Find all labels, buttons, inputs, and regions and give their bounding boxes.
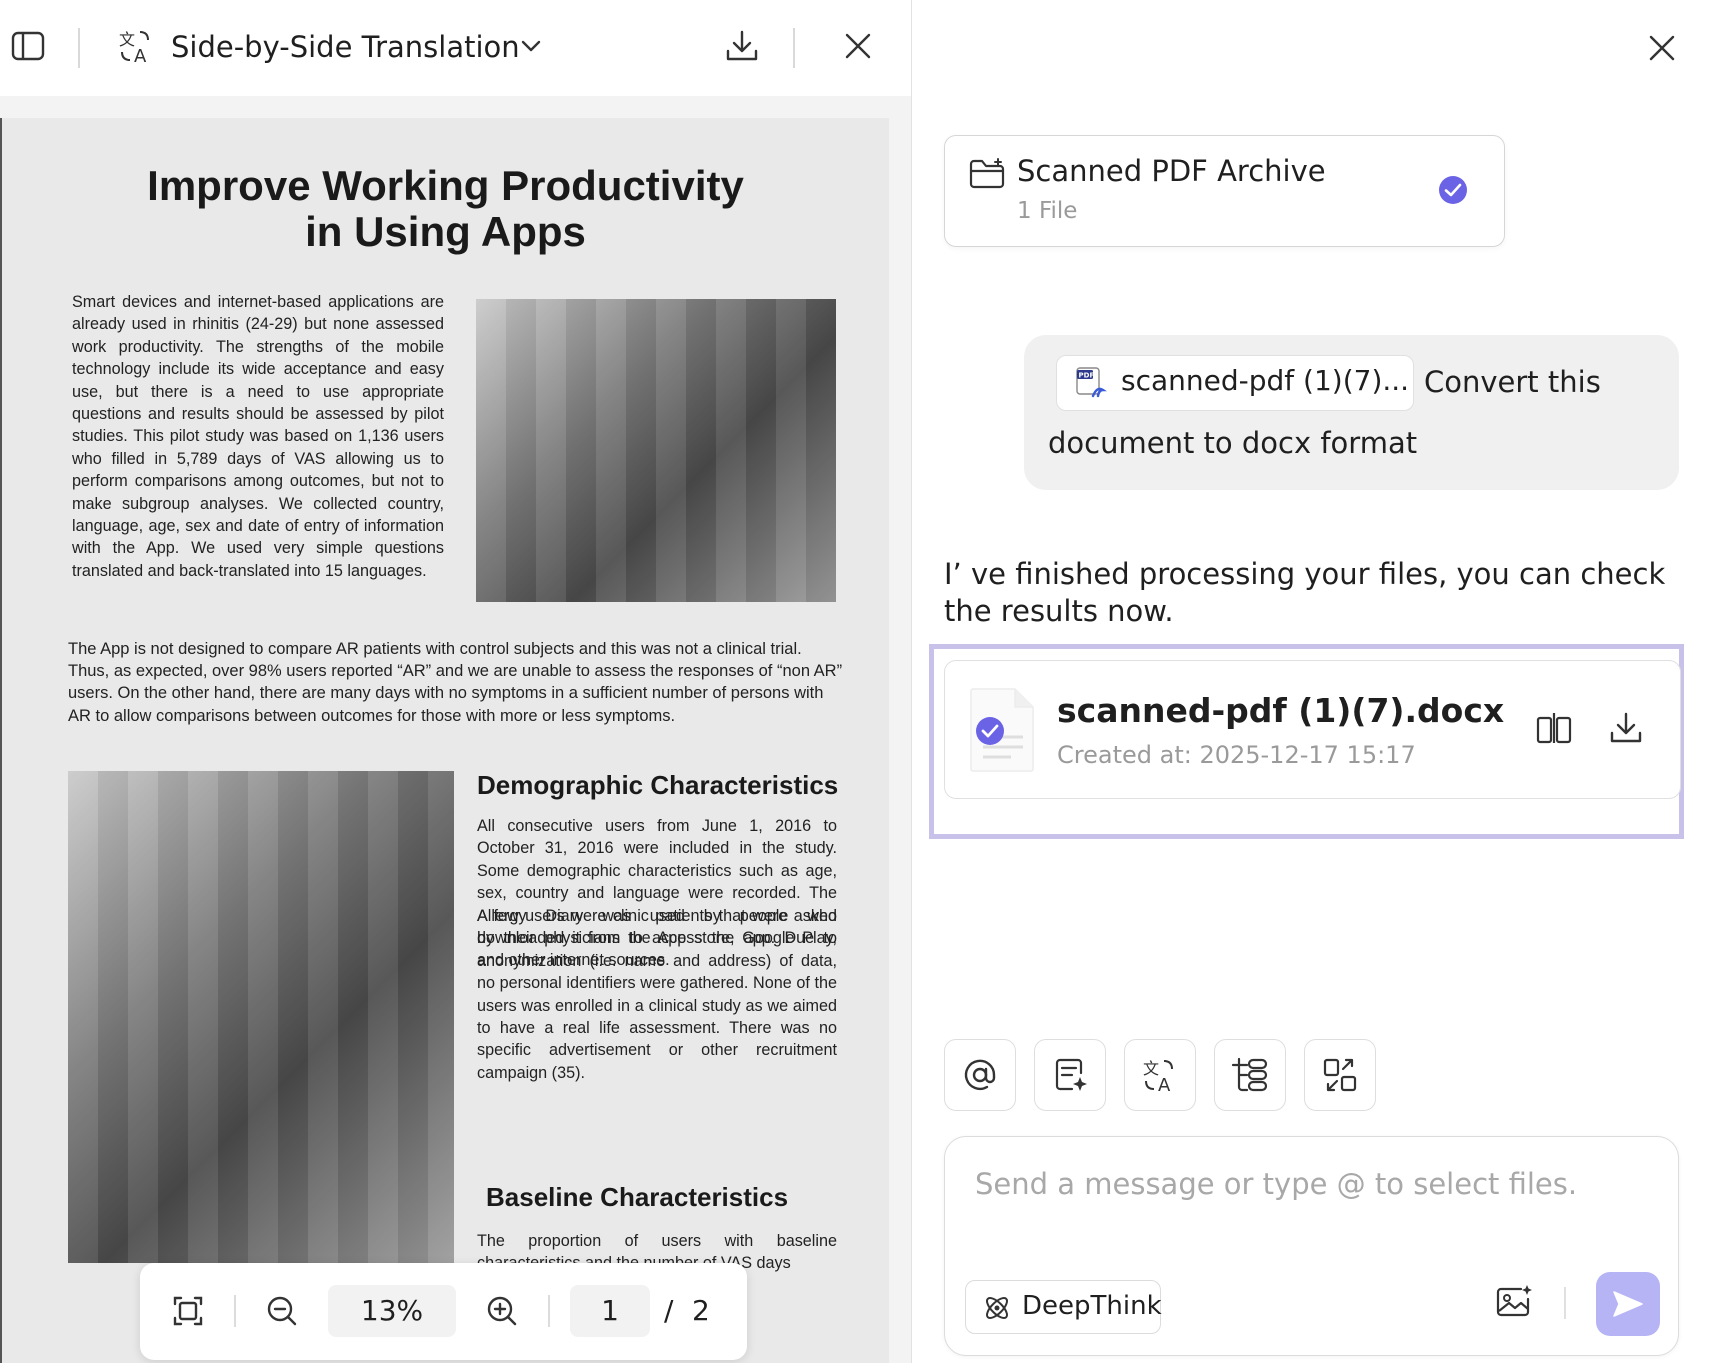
pdf-file-icon: PDF — [1075, 366, 1109, 404]
user-message-text: Convert this — [1424, 365, 1601, 399]
zoom-divider — [548, 1295, 550, 1327]
translate-icon: 文A — [118, 28, 154, 64]
document-paragraph: A few users were clinic patients that we… — [477, 907, 837, 1082]
convert-button[interactable] — [1304, 1039, 1376, 1111]
svg-text:PDF: PDF — [1079, 372, 1095, 380]
attached-file-name: scanned-pdf (1)(7)... — [1121, 364, 1410, 397]
mention-button[interactable] — [944, 1039, 1016, 1111]
viewer-mode-title[interactable]: Side-by-Side Translation — [171, 24, 520, 70]
mindmap-button[interactable] — [1214, 1039, 1286, 1111]
result-file-name: scanned-pdf (1)(7).docx — [1057, 691, 1505, 730]
check-circle-icon — [1438, 175, 1468, 209]
result-file-card[interactable]: scanned-pdf (1)(7).docx Created at: 2025… — [944, 660, 1681, 799]
archive-card[interactable]: Scanned PDF Archive 1 File — [944, 135, 1505, 247]
section-heading: Baseline Characteristics — [486, 1182, 789, 1212]
zoom-out-icon[interactable] — [262, 1291, 302, 1331]
result-file-date: Created at: 2025-12-17 15:17 — [1057, 741, 1416, 769]
document-viewer-panel: 文A Side-by-Side Translation Improve Work… — [0, 0, 912, 1363]
archive-file-count: 1 File — [1017, 198, 1078, 224]
translate-icon: 文A — [1143, 1059, 1173, 1093]
folder-icon — [969, 158, 1005, 194]
toolbar-divider — [793, 28, 795, 68]
zoom-divider — [234, 1295, 236, 1327]
sidebar-toggle-icon[interactable] — [10, 28, 46, 64]
fit-page-icon[interactable] — [168, 1291, 208, 1331]
zoom-in-icon[interactable] — [482, 1291, 522, 1331]
summarize-button[interactable] — [1034, 1039, 1106, 1111]
user-message-text: document to docx format — [1048, 426, 1418, 460]
document-sparkle-icon — [1055, 1058, 1087, 1091]
close-icon[interactable] — [1642, 28, 1682, 68]
zoom-toolbar: 13% 1 / 2 — [140, 1263, 747, 1360]
meeting-photo — [476, 299, 836, 602]
document-paragraph: The App is not designed to compare AR pa… — [68, 640, 843, 725]
page-number-input[interactable]: 1 — [570, 1285, 650, 1337]
at-sign-icon — [964, 1059, 996, 1091]
download-icon[interactable] — [1602, 704, 1650, 752]
input-divider — [1564, 1287, 1566, 1319]
zoom-level[interactable]: 13% — [328, 1285, 456, 1337]
compare-icon[interactable] — [1530, 704, 1578, 752]
deepthink-button[interactable]: DeepThink — [965, 1280, 1162, 1334]
docx-file-icon — [967, 687, 1039, 777]
viewer-toolbar: 文A Side-by-Side Translation — [0, 0, 911, 96]
svg-text:文: 文 — [119, 30, 135, 49]
page-total: 2 — [692, 1294, 710, 1327]
message-input-box: DeepThink — [944, 1136, 1679, 1356]
document-title: Improve Working Productivity in Using Ap… — [2, 163, 889, 255]
page-separator: / — [664, 1294, 674, 1327]
document-title-line1: Improve Working Productivity — [147, 162, 744, 209]
send-icon — [1613, 1291, 1643, 1317]
send-button[interactable] — [1596, 1272, 1660, 1336]
deepthink-label: DeepThink — [1022, 1291, 1162, 1321]
svg-text:A: A — [134, 46, 147, 64]
document-title-line2: in Using Apps — [305, 208, 586, 255]
download-icon[interactable] — [724, 28, 760, 64]
svg-text:文: 文 — [1143, 1059, 1159, 1078]
user-message-bubble: PDF scanned-pdf (1)(7)... Convert this d… — [1024, 335, 1679, 490]
document-paragraph: Smart devices and internet-based applica… — [72, 293, 444, 580]
section-heading: Demographic Characteristics — [477, 770, 839, 800]
svg-text:A: A — [1158, 1075, 1171, 1093]
chevron-down-icon[interactable] — [513, 28, 549, 64]
archive-title: Scanned PDF Archive — [1017, 154, 1326, 188]
coworking-photo — [68, 771, 454, 1263]
assistant-reply: I’ ve finished processing your files, yo… — [944, 557, 1666, 628]
document-page: Improve Working Productivity in Using Ap… — [0, 118, 889, 1363]
toolbar-divider — [78, 28, 80, 68]
convert-icon — [1323, 1058, 1357, 1092]
translate-button[interactable]: 文A — [1124, 1039, 1196, 1111]
image-sparkle-icon[interactable] — [1495, 1285, 1533, 1323]
mindmap-icon — [1231, 1057, 1268, 1092]
attached-file-chip[interactable]: PDF scanned-pdf (1)(7)... — [1056, 355, 1414, 411]
close-icon[interactable] — [840, 28, 876, 64]
message-input[interactable] — [975, 1167, 1625, 1201]
atom-icon — [982, 1293, 1012, 1327]
